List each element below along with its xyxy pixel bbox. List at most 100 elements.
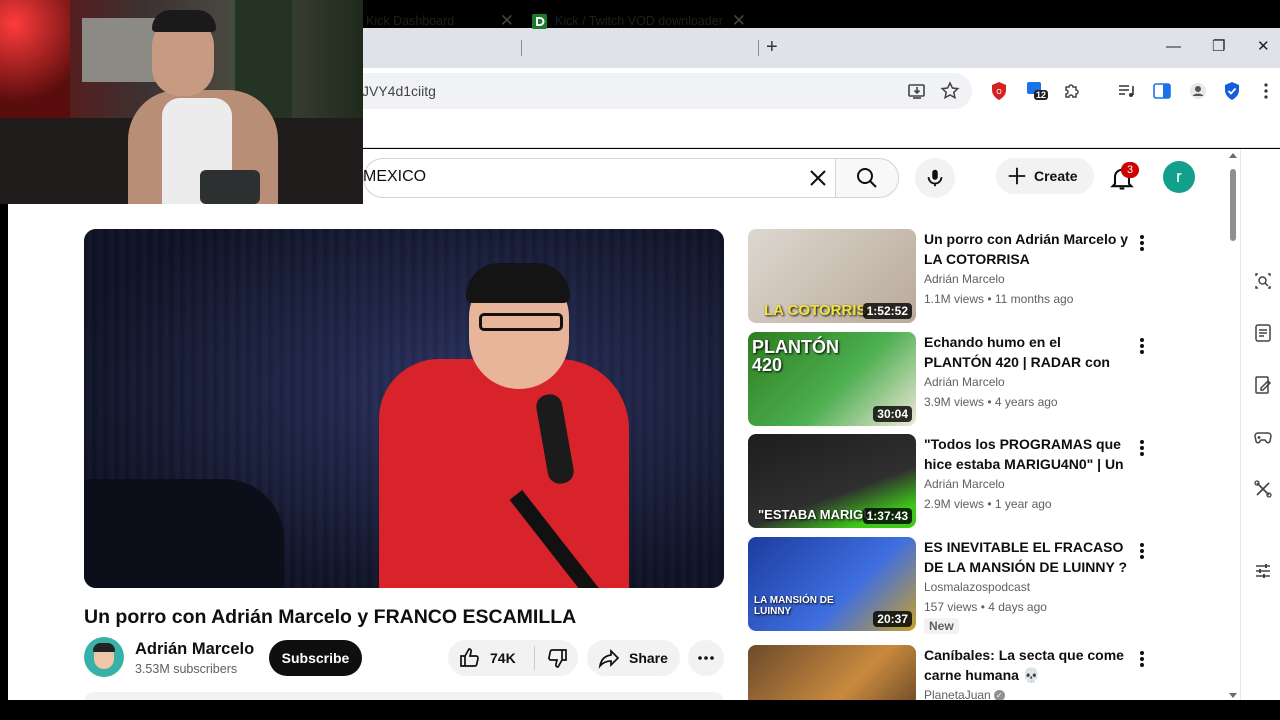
- duration-badge: 1:37:43: [862, 508, 912, 524]
- video-player[interactable]: [84, 229, 724, 588]
- side-panel-icon[interactable]: [1151, 80, 1173, 102]
- scroll-down-arrow-icon[interactable]: [1229, 693, 1237, 698]
- recommendation-meta: 2.9M views • 1 year ago: [924, 497, 1052, 511]
- recommendation-title[interactable]: ES INEVITABLE EL FRACASO DE LA MANSIÓN D…: [924, 537, 1130, 577]
- browser-menu-icon[interactable]: [1255, 80, 1277, 102]
- video-title: Un porro con Adrián Marcelo y FRANCO ESC…: [84, 606, 577, 628]
- duration-badge: 20:37: [873, 611, 912, 627]
- duration-badge: 30:04: [873, 406, 912, 422]
- thumbnail-text: LA MANSIÓN DE LUINNY: [754, 595, 834, 617]
- create-label: Create: [1034, 168, 1078, 184]
- webcam-overlay: [0, 0, 363, 204]
- customize-sliders-icon[interactable]: [1253, 561, 1273, 581]
- extensions-puzzle-icon[interactable]: [1061, 80, 1083, 102]
- tab-kick-dashboard[interactable]: Kick Dashboard ✕: [366, 6, 514, 36]
- dislike-button[interactable]: [535, 640, 578, 676]
- tab-separator: [758, 40, 759, 56]
- tools-icon[interactable]: [1253, 479, 1273, 499]
- close-icon[interactable]: ✕: [500, 12, 514, 29]
- recommendation-channel-row[interactable]: PlanetaJuan ✓: [924, 688, 1005, 700]
- subscriber-count: 3.53M subscribers: [135, 662, 238, 676]
- bitwarden-shield-icon[interactable]: [1221, 80, 1243, 102]
- webcam-phone: [200, 170, 260, 204]
- channel-avatar[interactable]: [84, 637, 124, 677]
- extension-badge-count: 12: [1034, 90, 1049, 100]
- minimize-icon[interactable]: —: [1166, 38, 1181, 56]
- recommendation-item[interactable]: LA COTORRIS 1:52:52 Un porro con Adrián …: [748, 229, 1148, 325]
- notification-badge: 3: [1121, 162, 1139, 178]
- share-button[interactable]: Share: [587, 640, 680, 676]
- scroll-thumb[interactable]: [1230, 169, 1236, 241]
- description-box[interactable]: [84, 692, 724, 700]
- recommendation-title[interactable]: Caníbales: La secta que come carne human…: [924, 645, 1130, 685]
- voice-search-button[interactable]: [915, 158, 955, 198]
- tab-separator: [521, 40, 522, 56]
- profile-icon[interactable]: [1187, 80, 1209, 102]
- browser-side-panel: [1240, 149, 1280, 700]
- install-app-icon[interactable]: [906, 80, 928, 102]
- new-tab-plus-icon[interactable]: +: [766, 37, 778, 57]
- recommendation-meta: 1.1M views • 11 months ago: [924, 292, 1074, 306]
- video-thumbnail[interactable]: [748, 645, 916, 700]
- video-thumbnail[interactable]: PLANTÓN 420 30:04: [748, 332, 916, 426]
- account-avatar[interactable]: r: [1163, 161, 1195, 193]
- more-vertical-icon[interactable]: [1136, 336, 1148, 356]
- restore-icon[interactable]: ❐: [1212, 38, 1225, 56]
- create-button[interactable]: Create: [996, 158, 1094, 194]
- recommendation-channel[interactable]: Adrián Marcelo: [924, 375, 1005, 389]
- video-thumbnail[interactable]: LA COTORRIS 1:52:52: [748, 229, 916, 323]
- new-badge: New: [924, 618, 959, 634]
- search-input[interactable]: [363, 158, 843, 198]
- clear-search-icon[interactable]: [806, 166, 830, 190]
- recommendation-channel[interactable]: Losmalazospodcast: [924, 580, 1030, 594]
- webcam-hair: [152, 10, 216, 32]
- notes-edit-icon[interactable]: [1253, 375, 1273, 395]
- bookmark-star-icon[interactable]: [939, 80, 961, 102]
- more-vertical-icon[interactable]: [1136, 541, 1148, 561]
- window-close-icon[interactable]: ✕: [1257, 38, 1270, 56]
- recommendation-title[interactable]: Un porro con Adrián Marcelo y LA COTORRI…: [924, 229, 1130, 269]
- reading-list-icon[interactable]: [1253, 323, 1273, 343]
- webcam-red-light: [0, 0, 70, 120]
- recommendation-channel[interactable]: Adrián Marcelo: [924, 272, 1005, 286]
- downloader-favicon-icon: [532, 13, 547, 29]
- thumbnail-text: LA COTORRIS: [764, 302, 867, 319]
- recommendation-item[interactable]: LA MANSIÓN DE LUINNY 20:37 ES INEVITABLE…: [748, 537, 1148, 647]
- extension-badge-icon[interactable]: 12: [1025, 80, 1049, 102]
- search-sidebar-icon[interactable]: [1253, 271, 1273, 291]
- more-vertical-icon[interactable]: [1136, 649, 1148, 669]
- more-actions-button[interactable]: [688, 640, 724, 676]
- video-frame-glasses: [479, 313, 563, 331]
- search-query-text[interactable]: MEXICO: [363, 168, 426, 186]
- search-button[interactable]: [835, 158, 899, 198]
- video-thumbnail[interactable]: "ESTABA MARIGU 1:37:43: [748, 434, 916, 528]
- like-button[interactable]: 74K: [448, 640, 534, 676]
- scroll-up-arrow-icon[interactable]: [1229, 153, 1237, 158]
- webcam-wall-poster: [82, 18, 162, 82]
- video-frame-foreground: [84, 479, 284, 588]
- close-icon[interactable]: ✕: [732, 12, 746, 29]
- recommendation-channel: PlanetaJuan: [924, 688, 991, 700]
- thumbs-up-icon: [460, 648, 479, 667]
- recommendation-title[interactable]: "Todos los PROGRAMAS que hice estaba MAR…: [924, 434, 1130, 474]
- channel-name[interactable]: Adrián Marcelo: [135, 640, 254, 659]
- recommendation-item[interactable]: PLANTÓN 420 30:04 Echando humo en el PLA…: [748, 332, 1148, 428]
- share-arrow-icon: [598, 648, 620, 669]
- tab-vod-downloader[interactable]: Kick / Twitch VOD downloader ✕: [532, 6, 746, 36]
- ublock-shield-icon[interactable]: O: [988, 80, 1010, 102]
- video-frame-hair: [466, 263, 570, 303]
- video-thumbnail[interactable]: LA MANSIÓN DE LUINNY 20:37: [748, 537, 916, 631]
- verified-check-icon: ✓: [993, 690, 1005, 700]
- recommendation-meta: 3.9M views • 4 years ago: [924, 395, 1058, 409]
- recommendation-item[interactable]: "ESTABA MARIGU 1:37:43 "Todos los PROGRA…: [748, 434, 1148, 530]
- subscribe-button[interactable]: Subscribe: [269, 640, 362, 676]
- more-vertical-icon[interactable]: [1136, 438, 1148, 458]
- page-scrollbar[interactable]: [1226, 149, 1240, 700]
- media-control-icon[interactable]: [1115, 80, 1137, 102]
- recommendation-title[interactable]: Echando humo en el PLANTÓN 420 | RADAR c…: [924, 332, 1130, 372]
- recommendation-channel[interactable]: Adrián Marcelo: [924, 477, 1005, 491]
- more-vertical-icon[interactable]: [1136, 233, 1148, 253]
- address-text[interactable]: JVY4d1ciitg: [362, 83, 436, 99]
- recommendation-item[interactable]: Caníbales: La secta que come carne human…: [748, 645, 1148, 700]
- game-controller-icon[interactable]: [1253, 427, 1273, 447]
